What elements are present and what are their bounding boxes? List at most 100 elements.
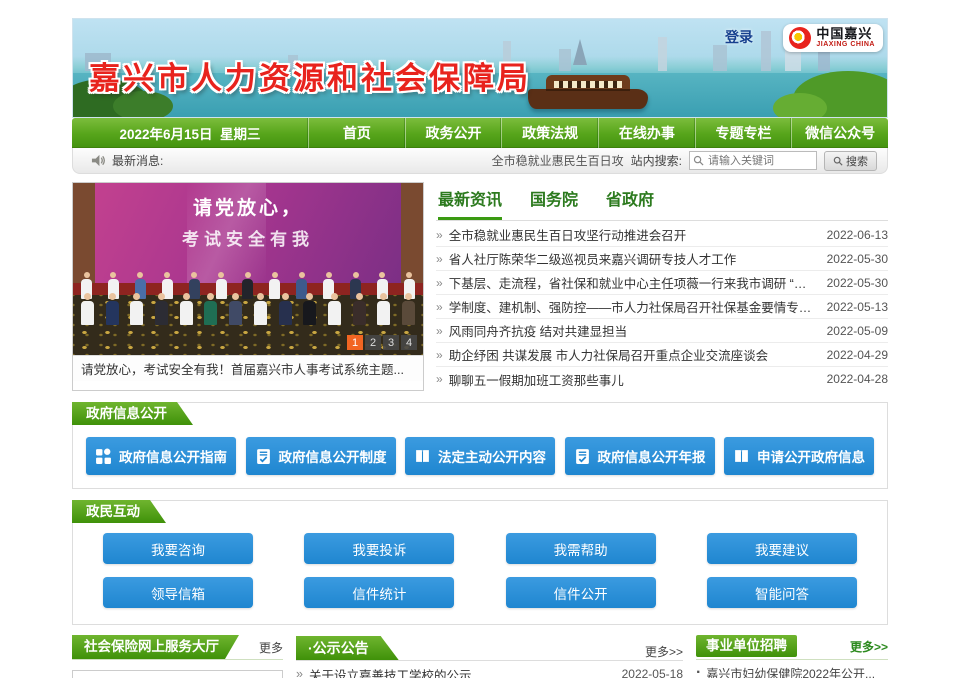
person-figure <box>303 293 316 325</box>
news-date: 2022-06-13 <box>827 228 888 242</box>
double-arrow-icon: » <box>436 348 443 362</box>
news-date: 2022-04-29 <box>827 348 888 362</box>
announcements-section: ·公示公告 更多>> » 关于设立嘉善技工学校的公示 2022-05-18 » … <box>296 635 683 678</box>
double-arrow-icon: » <box>436 372 443 386</box>
search-input[interactable] <box>689 151 817 170</box>
doc-check-icon <box>574 448 591 465</box>
person-figure <box>402 293 415 325</box>
site-title: 嘉兴市人力资源和社会保障局 <box>89 53 531 98</box>
news-date: 2022-05-09 <box>827 324 888 338</box>
news-date: 2022-05-30 <box>827 252 888 266</box>
person-figure <box>180 293 193 325</box>
person-figure <box>106 293 119 325</box>
double-arrow-icon: » <box>296 667 303 678</box>
nav-item-gov-affairs[interactable]: 政务公开 <box>405 118 502 148</box>
pager-dot-1[interactable]: 1 <box>347 335 363 350</box>
suggestion-button[interactable]: 我要建议 <box>707 533 857 564</box>
leader-mailbox-button[interactable]: 领导信箱 <box>103 577 253 608</box>
service-item-print-cert[interactable]: 个人(单位)社保证明打印 <box>72 670 283 678</box>
building-silhouette <box>658 37 667 71</box>
slide-headline: 请党放心， <box>73 193 423 220</box>
logo-subtitle: JIAXING CHINA <box>816 41 875 49</box>
carousel-pager: 1 2 3 4 <box>347 335 417 350</box>
login-link[interactable]: 登录 <box>725 27 753 47</box>
recruitment-title: 事业单位招聘 <box>696 635 797 657</box>
site-search-label: 站内搜索: <box>631 152 682 169</box>
doc-check-icon <box>255 448 272 465</box>
letter-stats-button[interactable]: 信件统计 <box>304 577 454 608</box>
double-arrow-icon: » <box>436 228 443 242</box>
news-row[interactable]: » 下基层、走流程，省社保和就业中心主任项薇一行来我市调研 “国统” 上线情况 … <box>436 271 888 295</box>
person-figure <box>130 293 143 325</box>
info-system-button[interactable]: 政府信息公开制度 <box>246 437 396 475</box>
recruitment-row[interactable]: 嘉兴市妇幼保健院2022年公开... <box>696 660 888 678</box>
social-insurance-section: 社会保险网上服务大厅 更多 个人(单位)社保证明打印 办事指南 <box>72 635 283 678</box>
announcement-row[interactable]: » 关于设立嘉善技工学校的公示 2022-05-18 <box>296 661 683 678</box>
pager-dot-2[interactable]: 2 <box>365 335 381 350</box>
news-list: » 全市稳就业惠民生百日攻坚行动推进会召开 2022-06-13 » 省人社厅陈… <box>436 223 888 391</box>
person-figure <box>279 293 292 325</box>
news-row[interactable]: » 风雨同舟齐抗疫 结对共建显担当 2022-05-09 <box>436 319 888 343</box>
news-date: 2022-05-13 <box>827 300 888 314</box>
social-insurance-more-link[interactable]: 更多 <box>259 639 283 656</box>
photo-carousel[interactable]: 请党放心， 考试安全有我 <box>72 182 424 391</box>
tab-latest-news[interactable]: 最新资讯 <box>438 186 502 220</box>
letter-disclosure-button[interactable]: 信件公开 <box>506 577 656 608</box>
need-help-button[interactable]: 我需帮助 <box>506 533 656 564</box>
nav-item-special-topics[interactable]: 专题专栏 <box>695 118 792 148</box>
building-silhouette <box>761 31 771 71</box>
tab-state-council[interactable]: 国务院 <box>530 186 578 220</box>
news-panel: 最新资讯 国务院 省政府 » 全市稳就业惠民生百日攻坚行动推进会召开 2022-… <box>436 182 888 391</box>
search-icon <box>833 156 843 166</box>
person-figure <box>155 293 168 325</box>
speaker-icon <box>91 153 106 168</box>
announcement-date: 2022-05-18 <box>622 667 683 678</box>
news-search-bar: 最新消息: 全市稳就业惠民生百日攻 站内搜索: 搜索 <box>72 148 888 174</box>
pagoda-silhouette <box>573 39 587 65</box>
section-title-ribbon: 政府信息公开 <box>72 402 193 425</box>
section-title-ribbon: 政民互动 <box>72 500 166 523</box>
building-silhouette <box>713 45 727 71</box>
announcements-title: ·公示公告 <box>296 636 399 660</box>
nav-item-policies[interactable]: 政策法规 <box>501 118 598 148</box>
carousel-caption[interactable]: 请党放心，考试安全有我！首届嘉兴市人事考试系统主题... <box>73 355 423 381</box>
complaint-button[interactable]: 我要投诉 <box>304 533 454 564</box>
info-disclosure-section: 政府信息公开 政府信息公开指南 政府信息公开制度 <box>72 402 888 489</box>
page: 嘉兴市人力资源和社会保障局 登录 中国嘉兴 JIAXING CHINA 2022… <box>72 0 888 678</box>
pager-dot-3[interactable]: 3 <box>383 335 399 350</box>
news-row[interactable]: » 助企纾困 共谋发展 市人力社保局召开重点企业交流座谈会 2022-04-29 <box>436 343 888 367</box>
carousel-slide: 请党放心， 考试安全有我 <box>73 183 423 355</box>
statutory-disclosure-button[interactable]: 法定主动公开内容 <box>405 437 555 475</box>
smart-qa-button[interactable]: 智能问答 <box>707 577 857 608</box>
nav-item-online-services[interactable]: 在线办事 <box>598 118 695 148</box>
news-row[interactable]: » 省人社厅陈荣华二级巡视员来嘉兴调研专技人才工作 2022-05-30 <box>436 247 888 271</box>
news-row[interactable]: » 学制度、建机制、强防控——市人力社保局召开社保基金要情专题学习会 2022-… <box>436 295 888 319</box>
nav-item-home[interactable]: 首页 <box>308 118 405 148</box>
double-arrow-icon: » <box>436 276 443 290</box>
tab-provincial-gov[interactable]: 省政府 <box>606 186 654 220</box>
search-button[interactable]: 搜索 <box>824 151 877 171</box>
book-icon <box>414 448 431 465</box>
tree-decoration <box>773 93 827 118</box>
double-arrow-icon: » <box>436 252 443 266</box>
recruitment-more-link[interactable]: 更多>> <box>850 638 888 655</box>
announcements-more-link[interactable]: 更多>> <box>645 643 683 660</box>
header-banner: 嘉兴市人力资源和社会保障局 登录 中国嘉兴 JIAXING CHINA <box>72 18 888 118</box>
news-row[interactable]: » 聊聊五一假期加班工资那些事儿 2022-04-28 <box>436 367 888 391</box>
social-insurance-title: 社会保险网上服务大厅 <box>72 635 239 659</box>
news-ticker[interactable]: 全市稳就业惠民生百日攻 <box>492 152 624 169</box>
search-icon <box>693 155 704 166</box>
jiaxing-logo[interactable]: 中国嘉兴 JIAXING CHINA <box>783 24 883 52</box>
info-guide-button[interactable]: 政府信息公开指南 <box>86 437 236 475</box>
person-figure <box>254 293 267 325</box>
red-boat-illustration <box>528 89 648 109</box>
news-row[interactable]: » 全市稳就业惠民生百日攻坚行动推进会召开 2022-06-13 <box>436 223 888 247</box>
annual-report-button[interactable]: 政府信息公开年报 <box>565 437 715 475</box>
building-silhouette <box>559 49 571 71</box>
request-disclosure-button[interactable]: 申请公开政府信息 <box>724 437 874 475</box>
pager-dot-4[interactable]: 4 <box>401 335 417 350</box>
nav-item-wechat[interactable]: 微信公众号 <box>791 118 888 148</box>
logo-ring-icon <box>789 27 811 49</box>
news-tabs: 最新资讯 国务院 省政府 <box>436 182 888 221</box>
consult-button[interactable]: 我要咨询 <box>103 533 253 564</box>
